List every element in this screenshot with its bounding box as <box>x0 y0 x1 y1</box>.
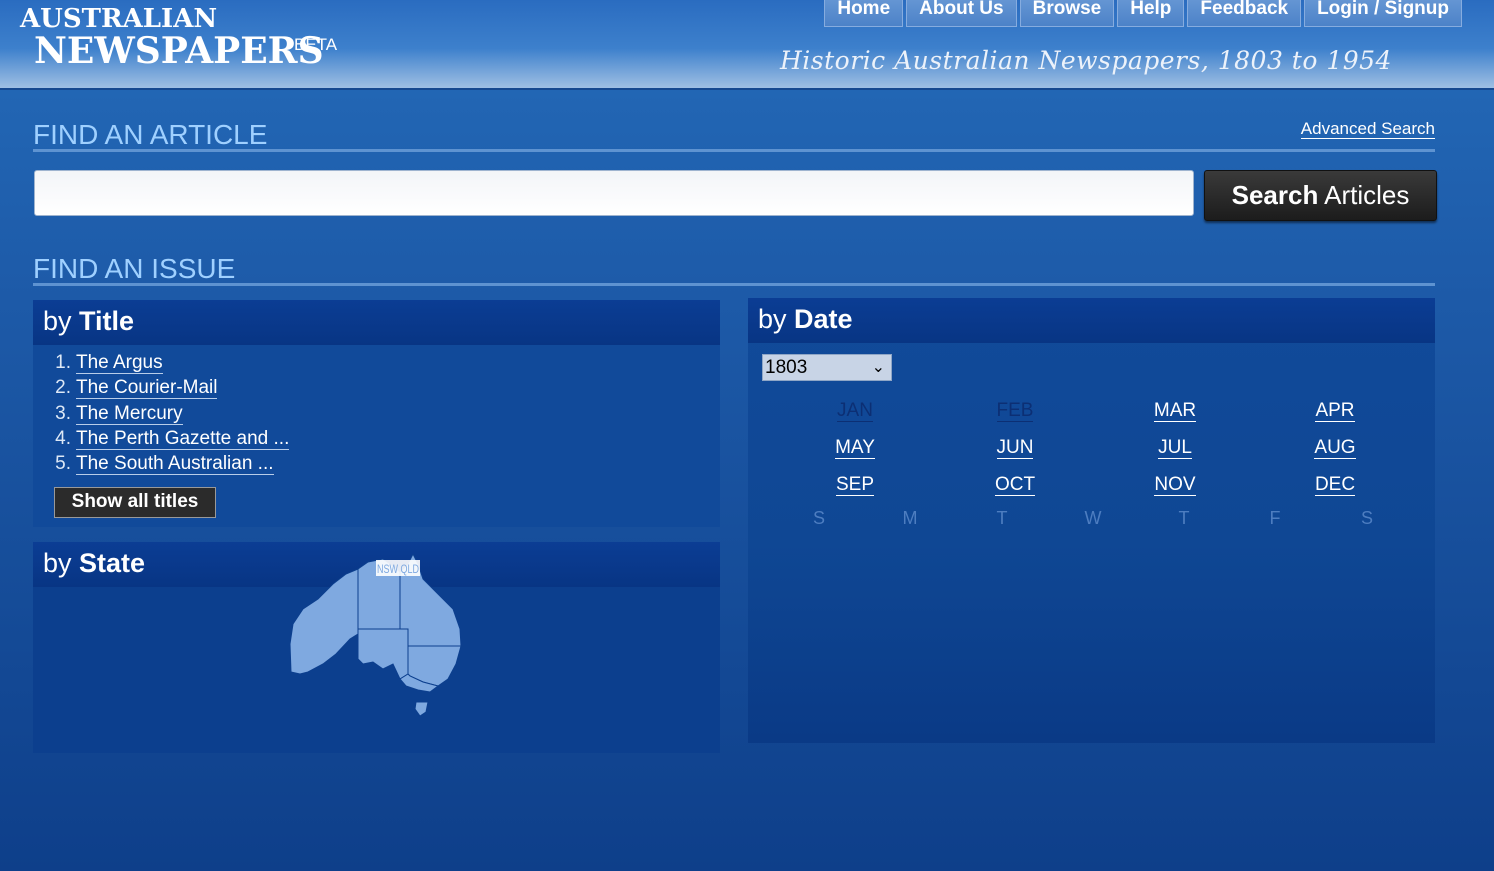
list-item: 5. The South Australian ... <box>49 453 289 478</box>
by-title-header: by Title <box>33 300 720 345</box>
find-issue-section: FIND AN ISSUE <box>33 253 1435 286</box>
title-link-mercury[interactable]: The Mercury <box>76 402 183 425</box>
list-number: 5. <box>55 453 71 475</box>
find-article-heading: FIND AN ARTICLE <box>33 119 268 150</box>
month-may[interactable]: MAY <box>815 437 895 459</box>
list-item: 1. The Argus <box>49 352 289 377</box>
month-jan[interactable]: JAN <box>815 400 895 422</box>
weekday-sun: S <box>812 508 825 528</box>
site-header: AUSTRALIAN NEWSPAPERS BETA Home About Us… <box>0 0 1494 90</box>
list-item: 4. The Perth Gazette and ... <box>49 427 290 453</box>
nav-about-us[interactable]: About Us <box>906 0 1017 27</box>
by-date-label: Date <box>794 304 853 334</box>
logo-line2: NEWSPAPERS <box>34 30 324 72</box>
by-date-prefix: by <box>758 304 795 334</box>
month-nov[interactable]: NOV <box>1135 474 1215 496</box>
by-title-label: Title <box>79 306 135 336</box>
by-state-label: State <box>79 548 146 578</box>
list-number: 3. <box>55 402 71 424</box>
map-state-wa[interactable] <box>289 568 359 675</box>
map-state-labels: NSW QLD <box>377 562 419 576</box>
advanced-search-link[interactable]: Advanced Search <box>1300 119 1435 139</box>
month-oct[interactable]: OCT <box>975 474 1055 496</box>
weekday-tue: T <box>996 508 1008 528</box>
nav-home[interactable]: Home <box>824 0 904 27</box>
list-item: 2. The Courier-Mail <box>49 377 289 402</box>
site-tagline: Historic Australian Newspapers, 1803 to … <box>780 46 1392 75</box>
weekday-sat: S <box>1360 508 1373 528</box>
search-button-bold: Search <box>1231 180 1319 210</box>
search-articles-button[interactable]: Search Articles <box>1204 170 1437 221</box>
map-state-sa[interactable] <box>357 628 409 680</box>
list-number: 4. <box>55 427 71 449</box>
month-jul[interactable]: JUL <box>1135 437 1215 459</box>
title-link-perth-gazette[interactable]: The Perth Gazette and ... <box>76 427 290 450</box>
list-number: 2. <box>55 377 71 399</box>
australia-map: NSW QLD <box>288 552 468 724</box>
nav-login-signup[interactable]: Login / Signup <box>1304 0 1462 27</box>
title-link-courier-mail[interactable]: The Courier-Mail <box>76 377 218 400</box>
year-select-value: 1803 <box>765 357 808 378</box>
show-all-titles-button[interactable]: Show all titles <box>54 487 216 518</box>
chevron-down-icon: ⌄ <box>871 359 885 376</box>
weekday-fri: F <box>1269 508 1281 528</box>
month-apr[interactable]: APR <box>1295 400 1375 422</box>
by-title-prefix: by <box>43 306 80 336</box>
by-state-panel: by State NSW QLD <box>33 542 720 753</box>
list-number: 1. <box>55 352 71 373</box>
month-dec[interactable]: DEC <box>1295 474 1375 496</box>
by-date-header: by Date <box>748 298 1435 343</box>
weekday-mon: M <box>902 508 918 528</box>
month-feb[interactable]: FEB <box>975 400 1055 422</box>
nav-browse[interactable]: Browse <box>1019 0 1115 27</box>
month-aug[interactable]: AUG <box>1295 437 1375 459</box>
weekday-wed: W <box>1084 508 1102 528</box>
month-mar[interactable]: MAR <box>1135 400 1215 422</box>
by-state-prefix: by <box>43 548 80 578</box>
month-sep[interactable]: SEP <box>815 474 895 496</box>
find-issue-heading: FIND AN ISSUE <box>33 253 236 284</box>
title-link-the-argus[interactable]: The Argus <box>76 352 163 374</box>
logo-beta: BETA <box>294 35 338 54</box>
title-list: 1. The Argus 2. The Courier-Mail 3. The Mer… <box>49 352 290 478</box>
map-state-tas[interactable] <box>414 701 429 717</box>
list-item: 3. The Mercury <box>49 402 289 428</box>
nav-feedback[interactable]: Feedback <box>1187 0 1302 27</box>
find-article-section: FIND AN ARTICLE Advanced Search <box>33 119 1435 152</box>
title-link-south-australian[interactable]: The South Australian ... <box>76 453 274 476</box>
by-date-panel: by Date 1803 ⌄ JAN FEB MAR APR MAY JUN J… <box>748 298 1435 743</box>
month-jun[interactable]: JUN <box>975 437 1055 459</box>
search-button-rest: Articles <box>1318 180 1410 210</box>
year-select[interactable]: 1803 ⌄ <box>762 354 892 381</box>
nav-help[interactable]: Help <box>1117 0 1185 27</box>
weekday-thu: T <box>1178 508 1190 528</box>
article-search-input[interactable] <box>34 170 1194 216</box>
by-title-panel: by Title 1. The Argus 2. The Courier-Mail … <box>33 300 720 527</box>
main-nav: Home About Us Browse Help Feedback Login… <box>824 0 1462 27</box>
